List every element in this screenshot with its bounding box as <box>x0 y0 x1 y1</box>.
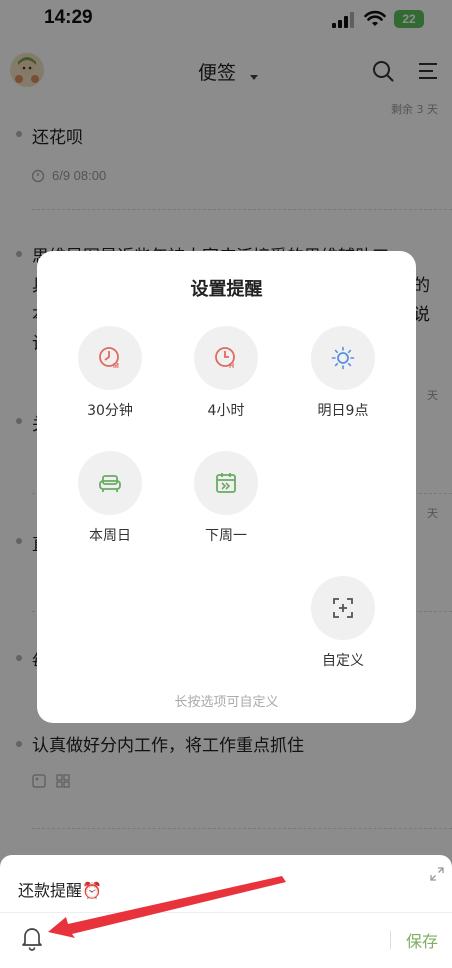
dialog-title: 设置提醒 <box>190 279 263 300</box>
option-label: 下周一 <box>205 528 247 544</box>
editor-toolbar: 保存 <box>0 912 452 968</box>
expand-icon[interactable] <box>430 867 444 881</box>
svg-text:M: M <box>113 363 119 370</box>
sofa-icon <box>99 475 121 492</box>
add-custom-icon <box>333 598 353 618</box>
editor-text[interactable]: 还款提醒⏰ <box>18 877 102 901</box>
save-button[interactable]: 保存 <box>406 928 438 952</box>
calendar-next-icon <box>216 473 236 493</box>
editor-panel: 还款提醒⏰ 保存 <box>0 855 452 968</box>
sun-icon <box>331 346 355 370</box>
option-label: 本周日 <box>89 528 131 544</box>
divider <box>390 931 391 949</box>
svg-text:H: H <box>229 363 234 370</box>
option-label: 30分钟 <box>87 403 133 419</box>
clock-30min-icon: M <box>99 347 119 370</box>
reminder-dialog: 设置提醒 M 30分钟 H 4小时 明日9点 本周日 下周一 自定义 长按选项可… <box>37 251 416 723</box>
clock-4h-icon: H <box>215 347 235 370</box>
option-label: 4小时 <box>207 403 245 419</box>
option-label: 明日9点 <box>317 403 369 419</box>
option-label: 自定义 <box>322 653 364 669</box>
dialog-hint: 长按选项可自定义 <box>174 695 279 710</box>
bell-icon[interactable] <box>20 925 44 951</box>
